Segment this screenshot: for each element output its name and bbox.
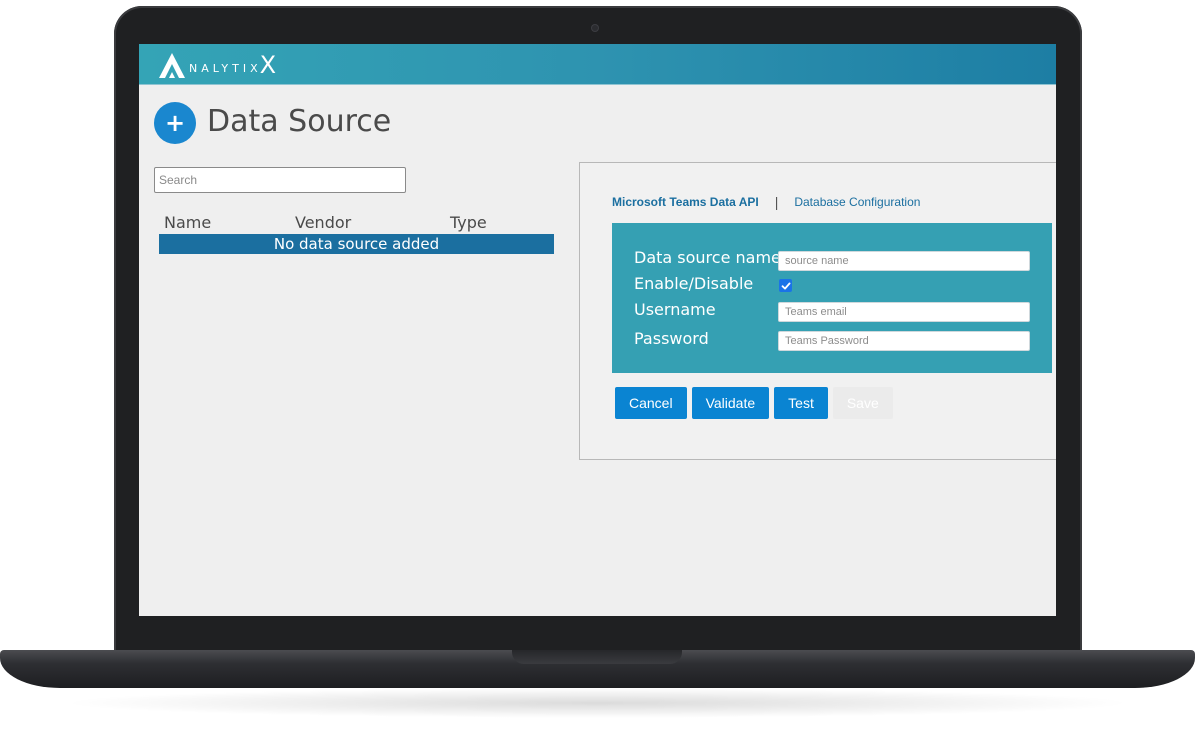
tab-microsoft-teams-data-api[interactable]: Microsoft Teams Data API xyxy=(612,195,759,209)
list-header: Name Vendor Type xyxy=(164,213,564,233)
enable-checkbox[interactable] xyxy=(779,279,792,292)
plus-icon: + xyxy=(164,109,186,137)
app-header: NALYTIX X xyxy=(139,44,1056,85)
logo-text: NALYTIX xyxy=(189,61,262,75)
page-title: Data Source xyxy=(207,104,392,139)
config-panel: Microsoft Teams Data API | Database Conf… xyxy=(579,162,1056,460)
enable-disable-label: Enable/Disable xyxy=(634,274,754,293)
form-actions: Cancel Validate Test Save xyxy=(615,387,893,419)
column-header-name[interactable]: Name xyxy=(164,213,211,232)
teams-config-form: Data source name Enable/Disable Username… xyxy=(612,223,1052,373)
column-header-type[interactable]: Type xyxy=(450,213,487,232)
config-tabs: Microsoft Teams Data API | Database Conf… xyxy=(612,194,920,210)
analytix-logo[interactable]: NALYTIX X xyxy=(157,48,276,82)
test-button[interactable]: Test xyxy=(774,387,828,419)
app-screen: NALYTIX X + Data Source Name Vendor Type… xyxy=(139,44,1056,616)
laptop-mockup: NALYTIX X + Data Source Name Vendor Type… xyxy=(0,0,1195,737)
logo-x: X xyxy=(259,51,277,79)
tab-database-configuration[interactable]: Database Configuration xyxy=(794,195,920,209)
camera-icon xyxy=(592,25,598,31)
logo-a-icon xyxy=(159,53,185,78)
tab-separator: | xyxy=(774,194,779,210)
save-button[interactable]: Save xyxy=(832,387,893,419)
column-header-vendor[interactable]: Vendor xyxy=(295,213,351,232)
empty-list-row: No data source added xyxy=(159,234,554,254)
password-label: Password xyxy=(634,329,709,348)
checkmark-icon xyxy=(781,282,790,289)
source-name-label: Data source name xyxy=(634,248,781,267)
add-data-source-button[interactable]: + xyxy=(154,102,196,144)
validate-button[interactable]: Validate xyxy=(691,387,770,419)
laptop-notch xyxy=(512,650,682,664)
password-field[interactable] xyxy=(778,331,1030,351)
laptop-shadow xyxy=(60,688,1135,718)
username-label: Username xyxy=(634,300,716,319)
username-field[interactable] xyxy=(778,302,1030,322)
cancel-button[interactable]: Cancel xyxy=(615,387,687,419)
source-name-field[interactable] xyxy=(778,251,1030,271)
search-input[interactable] xyxy=(154,167,406,193)
